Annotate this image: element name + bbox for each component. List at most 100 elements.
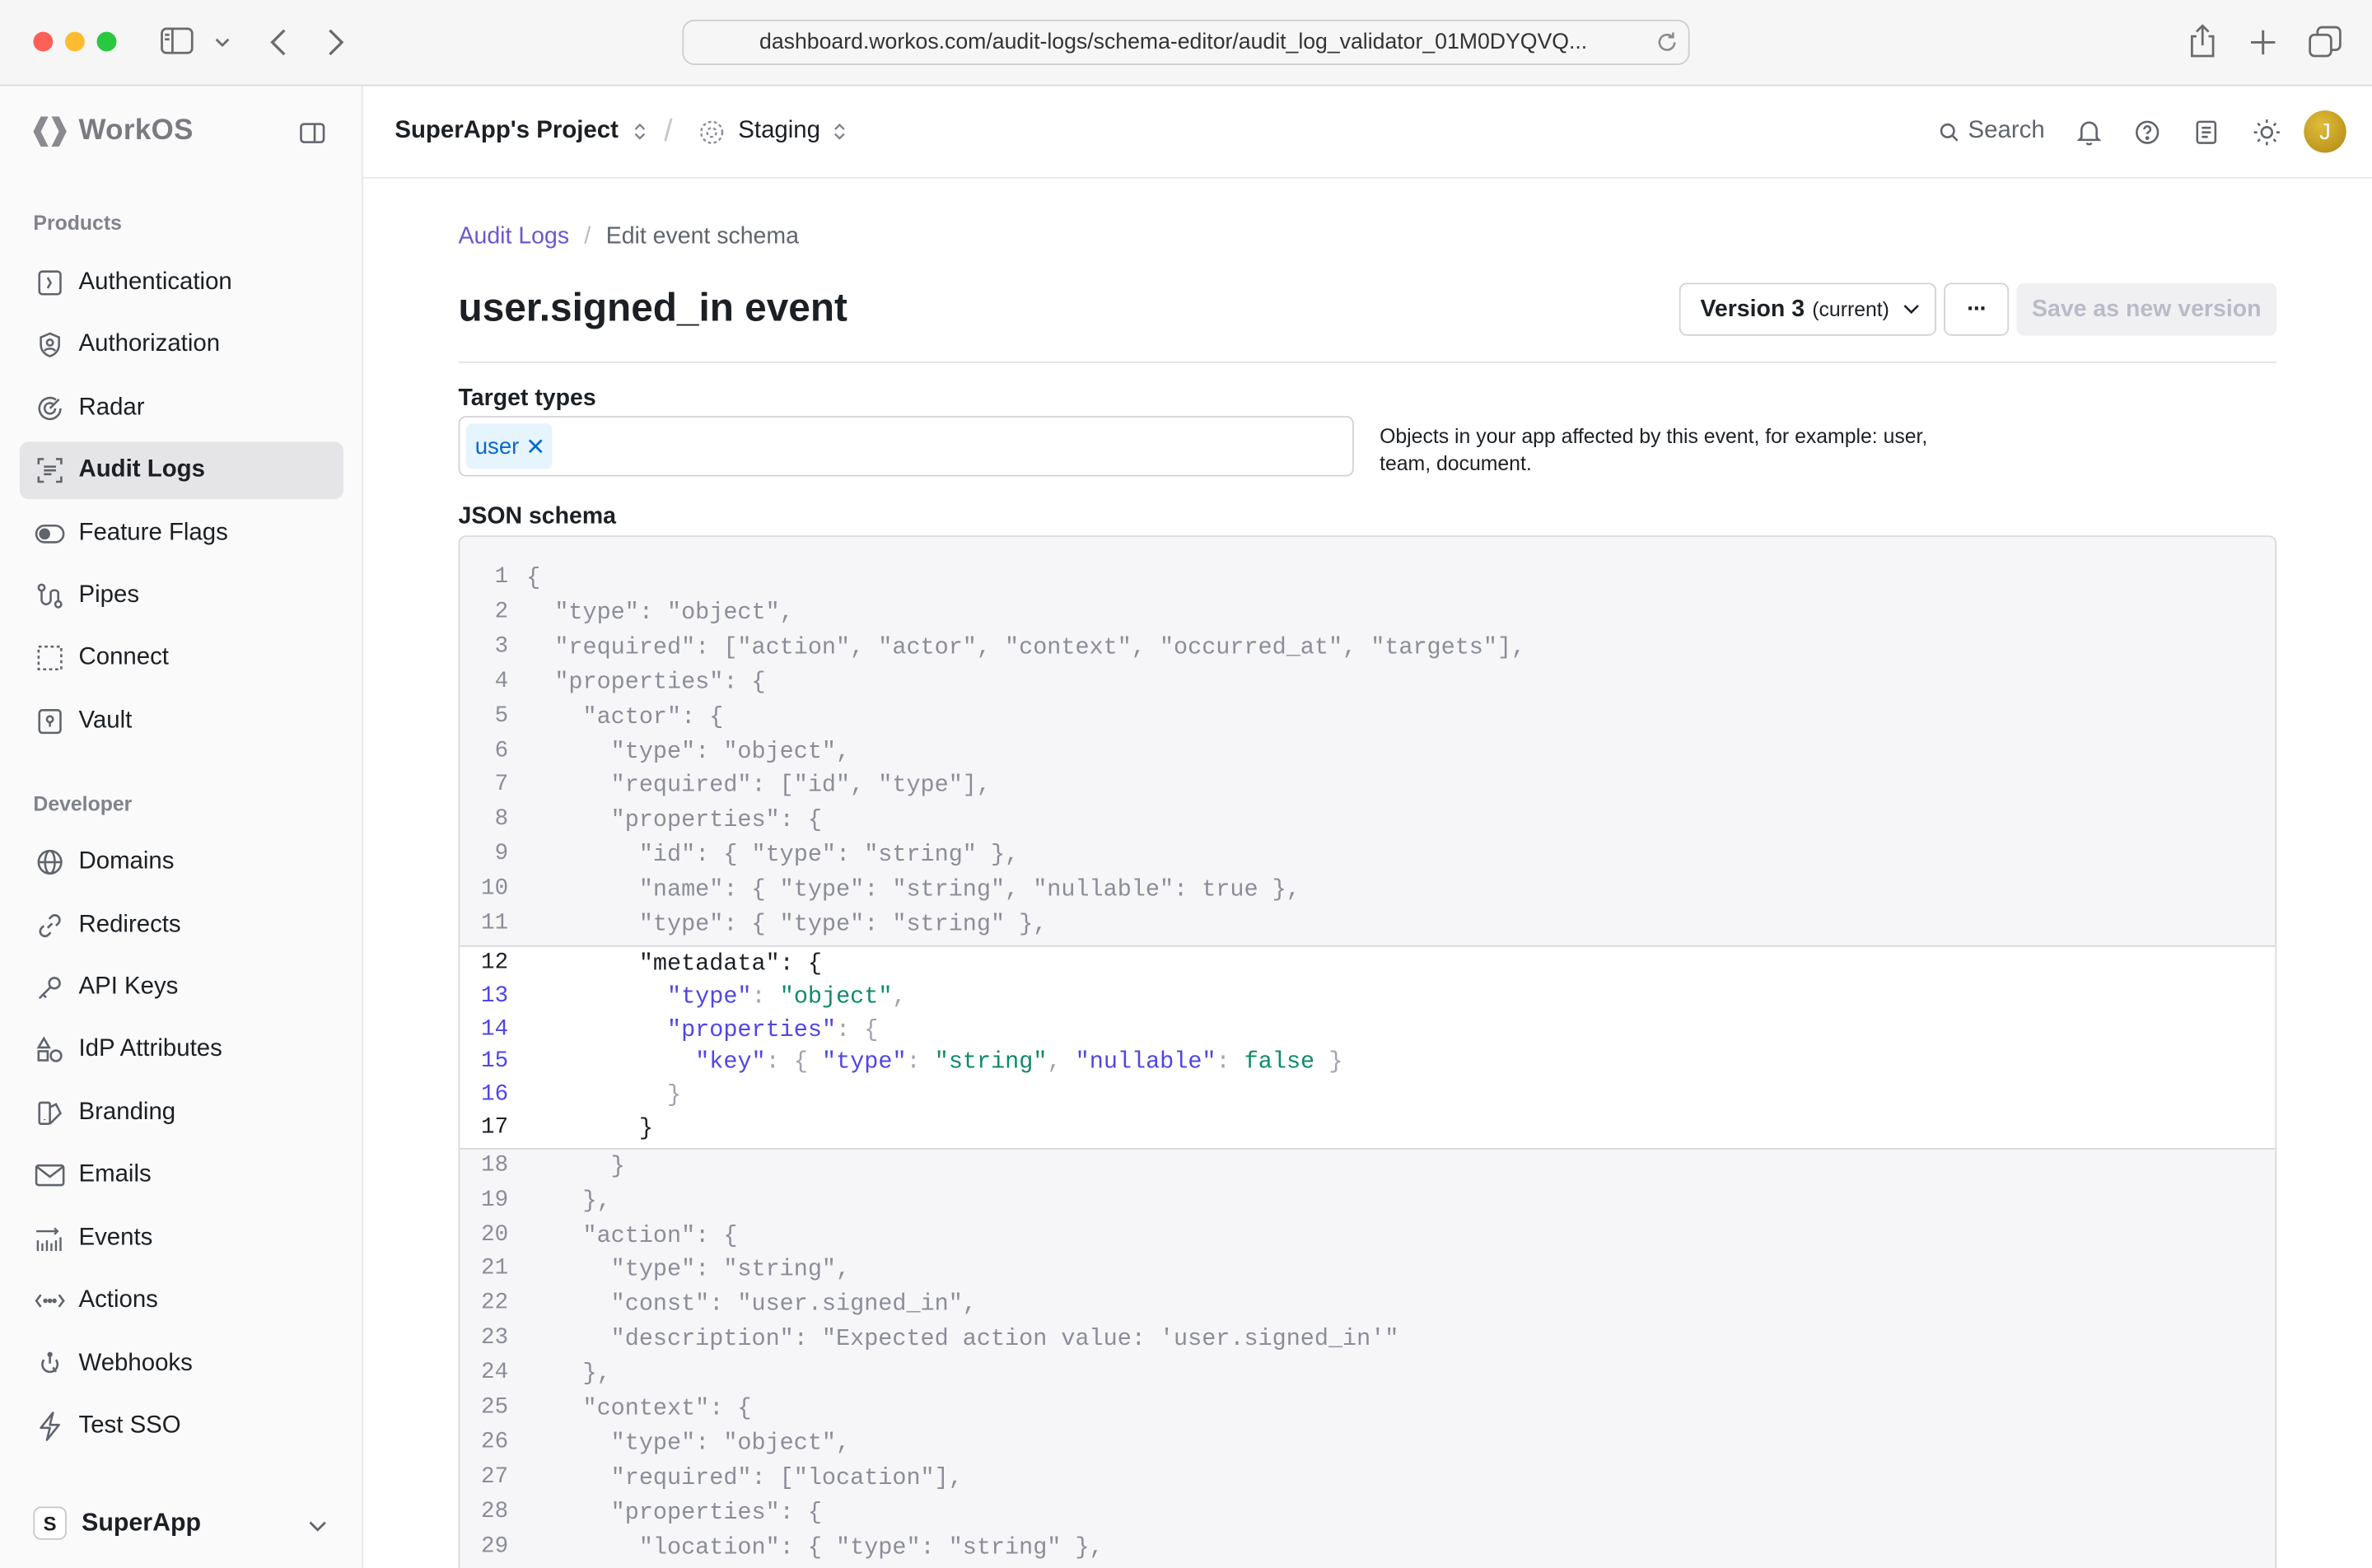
line-number: 20	[481, 1221, 509, 1248]
environment-name: Staging	[738, 118, 820, 144]
version-select[interactable]: Version 3 (current)	[1679, 282, 1936, 336]
code-line: "metadata": {	[526, 950, 822, 978]
code-line: "required": ["id", "type"],	[526, 772, 991, 800]
search-icon	[1940, 122, 1959, 142]
help-icon[interactable]	[2135, 86, 2160, 177]
sidebar-item-audit-logs[interactable]: Audit Logs	[19, 441, 343, 500]
sidebar-item-label: Branding	[78, 1099, 176, 1126]
sidebar-item-connect[interactable]: Connect	[20, 629, 343, 687]
line-number: 21	[481, 1256, 509, 1282]
line-number: 25	[481, 1394, 509, 1421]
environment-icon	[699, 119, 725, 144]
environment-switcher[interactable]: Staging	[699, 86, 847, 177]
sidebar-item-domains[interactable]: Domains	[20, 833, 343, 891]
sidebar-item-branding[interactable]: Branding	[20, 1085, 343, 1142]
code-line: "type": { "type": "string" },	[526, 910, 1048, 938]
code-line: }	[526, 1151, 625, 1180]
code-line: {	[526, 564, 541, 592]
docs-icon[interactable]	[2195, 86, 2218, 177]
sidebar-item-radar[interactable]: Radar	[20, 380, 343, 437]
json-schema-label: JSON schema	[458, 503, 616, 530]
shapes-icon	[21, 1036, 79, 1063]
reload-icon[interactable]	[1655, 30, 1679, 54]
code-line: "properties": {	[526, 668, 766, 696]
notifications-icon[interactable]	[2076, 86, 2102, 177]
chevron-updown-icon	[633, 123, 646, 141]
line-number: 18	[481, 1151, 509, 1178]
line-number: 4	[494, 668, 509, 694]
sidebar-item-actions[interactable]: Actions	[20, 1272, 343, 1330]
chevron-down-icon[interactable]	[215, 36, 230, 49]
code-line: "action": {	[526, 1221, 738, 1249]
line-number: 9	[494, 841, 509, 867]
avatar-initial: J	[2319, 119, 2331, 145]
collapse-sidebar-icon[interactable]	[300, 123, 325, 144]
sidebar-item-events[interactable]: Events	[20, 1210, 343, 1267]
chevron-down-icon[interactable]	[309, 1520, 327, 1533]
code-line: "actor": {	[526, 702, 724, 730]
sidebar-item-vault[interactable]: Vault	[20, 693, 343, 750]
sidebar-item-label: Domains	[78, 848, 175, 875]
sidebar-item-api-keys[interactable]: API Keys	[20, 959, 343, 1016]
sidebar-item-label: API Keys	[78, 973, 179, 1001]
organization-switcher[interactable]: S SuperApp	[33, 1506, 201, 1540]
sidebar-item-webhooks[interactable]: Webhooks	[20, 1336, 343, 1393]
address-bar[interactable]: dashboard.workos.com/audit-logs/schema-e…	[682, 19, 1690, 65]
back-icon[interactable]	[269, 29, 287, 56]
maximize-window-button[interactable]	[96, 31, 117, 52]
forward-icon[interactable]	[327, 29, 345, 56]
line-number: 11	[481, 910, 509, 936]
chevron-updown-icon	[834, 123, 847, 141]
sidebar-item-label: Feature Flags	[78, 520, 228, 547]
more-icon: ···	[1967, 296, 1987, 322]
line-number: 3	[494, 633, 509, 660]
sidebar-item-label: Emails	[78, 1161, 152, 1188]
sidebar-toggle-icon[interactable]	[161, 27, 194, 54]
breadcrumb: Audit Logs / Edit event schema	[459, 224, 799, 251]
sidebar-item-feature-flags[interactable]: Feature Flags	[20, 505, 343, 562]
breadcrumb-audit-logs-link[interactable]: Audit Logs	[459, 224, 570, 251]
target-types-input[interactable]: user	[458, 416, 1354, 477]
code-line: }	[526, 1114, 653, 1142]
pipes-icon	[21, 582, 79, 609]
user-avatar[interactable]: J	[2304, 86, 2346, 177]
save-as-new-version-button[interactable]: Save as new version	[2016, 282, 2277, 336]
sidebar-item-redirects[interactable]: Redirects	[20, 897, 343, 954]
sidebar-item-label: Radar	[78, 394, 145, 421]
sidebar-item-idp-attributes[interactable]: IdP Attributes	[20, 1021, 343, 1079]
minimize-window-button[interactable]	[64, 31, 85, 52]
sidebar-item-authentication[interactable]: Authentication	[20, 254, 343, 312]
globe-icon	[21, 848, 79, 875]
tab-overview-icon[interactable]	[2309, 26, 2342, 58]
json-schema-editor[interactable]: 1 {2 "type": "object", 3 "required": ["act…	[458, 535, 2277, 1568]
header-divider	[458, 361, 2277, 363]
more-options-button[interactable]: ···	[1944, 282, 2010, 336]
breadcrumb-separator: /	[584, 223, 591, 250]
mail-icon	[21, 1163, 79, 1187]
remove-chip-icon[interactable]	[528, 439, 543, 454]
authentication-icon	[21, 269, 79, 296]
theme-toggle-icon[interactable]	[2253, 86, 2281, 177]
new-tab-icon[interactable]	[2249, 29, 2276, 56]
workos-logo[interactable]: WorkOS	[33, 112, 193, 152]
sidebar-item-authorization[interactable]: Authorization	[20, 316, 343, 374]
sidebar-item-test-sso[interactable]: Test SSO	[20, 1398, 343, 1455]
code-line: "key": { "type": "string", "nullable": f…	[695, 1048, 1343, 1076]
sidebar-item-label: Webhooks	[78, 1351, 193, 1377]
line-number: 17	[481, 1114, 509, 1141]
share-icon[interactable]	[2188, 24, 2218, 58]
sidebar-item-emails[interactable]: Emails	[20, 1146, 343, 1204]
close-window-button[interactable]	[33, 31, 54, 52]
code-line: "context": {	[526, 1394, 752, 1422]
project-name: SuperApp's Project	[395, 118, 619, 144]
sidebar-item-pipes[interactable]: Pipes	[20, 567, 343, 625]
code-line: "properties": {	[526, 806, 822, 834]
brand-name: WorkOS	[78, 114, 194, 147]
target-types-label: Target types	[458, 385, 596, 412]
target-type-chip: user	[465, 423, 553, 469]
line-number: 24	[481, 1360, 509, 1386]
sidebar-item-label: Redirects	[78, 912, 181, 938]
project-switcher[interactable]: SuperApp's Project	[395, 86, 646, 177]
code-line: "description": "Expected action value: '…	[526, 1325, 1399, 1353]
search-button[interactable]: Search	[1940, 86, 2045, 177]
